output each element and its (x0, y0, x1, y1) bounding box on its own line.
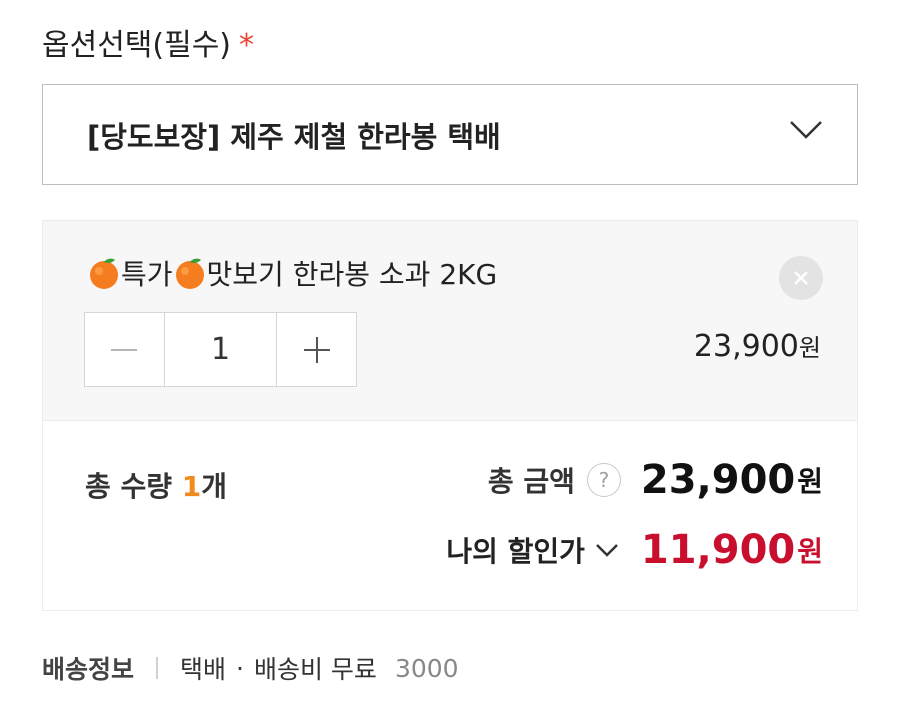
shipping-title: 배송정보 (42, 655, 135, 684)
shipping-info: 배송정보 택배 · 배송비 무료 3000 (42, 650, 459, 686)
orange-icon (175, 258, 204, 289)
item-name: 특가 맛보기 한라봉 소과 2KG (87, 253, 497, 293)
option-label: 옵션선택(필수) * (42, 20, 254, 64)
shipping-method: 택배 (180, 655, 227, 684)
order-summary: 총 수량 1개 총 금액 ? 23,900 원 나의 할인가 11,900 원 (42, 420, 858, 611)
item-name-suffix: 맛보기 한라봉 소과 2KG (206, 258, 498, 291)
orange-icon (90, 258, 118, 289)
total-quantity-unit: 개 (201, 470, 228, 503)
plus-icon (303, 336, 330, 363)
divider (156, 657, 159, 679)
option-label-text: 옵션선택(필수) (42, 28, 232, 63)
option-selected-value: [당도보장] 제주 제철 한라봉 택배 (87, 119, 501, 154)
shipping-fee-amount: 3000 (394, 653, 459, 683)
total-amount-row: 총 금액 ? 23,900 원 (488, 457, 823, 503)
chevron-down-icon (790, 121, 822, 139)
discount-row[interactable]: 나의 할인가 11,900 원 (446, 527, 823, 573)
separator-dot: · (236, 653, 244, 683)
total-quantity: 총 수량 1개 (85, 465, 227, 505)
close-icon (794, 271, 808, 285)
required-mark: * (239, 28, 255, 63)
remove-item-button[interactable] (779, 256, 823, 300)
item-price-unit: 원 (798, 334, 821, 362)
selected-item: 특가 맛보기 한라봉 소과 2KG 1 23,900원 (42, 220, 858, 420)
chevron-down-icon (595, 544, 618, 557)
discount-amount-value: 11,900 (640, 527, 796, 573)
option-select[interactable]: [당도보장] 제주 제철 한라봉 택배 (42, 84, 858, 185)
item-price-value: 23,900 (693, 329, 799, 364)
item-price: 23,900원 (694, 328, 821, 364)
decrease-button[interactable] (85, 313, 164, 386)
total-amount-unit: 원 (797, 465, 823, 498)
minus-icon (111, 348, 138, 351)
help-icon[interactable]: ? (586, 463, 621, 497)
discount-label: 나의 할인가 (446, 535, 585, 568)
item-name-prefix: 특가 (121, 258, 173, 291)
total-amount-value: 23,900 (640, 457, 796, 503)
shipping-fee-label: 배송비 무료 (253, 655, 377, 684)
total-quantity-value: 1 (181, 470, 202, 503)
discount-amount-unit: 원 (797, 535, 823, 568)
quantity-stepper: 1 (84, 312, 357, 387)
total-quantity-label: 총 수량 (85, 470, 182, 503)
increase-button[interactable] (277, 313, 356, 386)
quantity-input[interactable]: 1 (163, 313, 278, 386)
total-amount-label: 총 금액 (487, 465, 575, 498)
